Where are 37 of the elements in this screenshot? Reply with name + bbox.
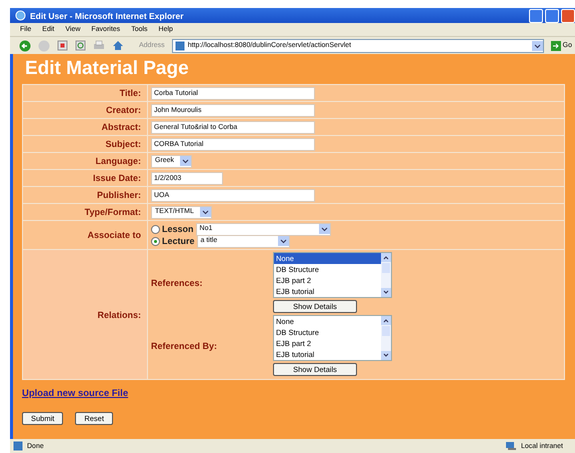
page-icon [174, 40, 185, 50]
house-icon[interactable] [112, 40, 124, 51]
field-label: Publisher: [96, 190, 141, 200]
dropdown-icon[interactable] [532, 40, 543, 50]
browser-icon [15, 10, 26, 21]
scroll-bar[interactable] [381, 316, 391, 360]
field-label: Type/Format: [84, 207, 141, 217]
back-icon[interactable] [19, 40, 31, 52]
network-icon [504, 441, 517, 451]
refresh-icon[interactable] [75, 40, 86, 51]
field-label: Language: [95, 156, 141, 166]
dropdown-icon[interactable] [318, 224, 330, 234]
field-label: Abstract: [101, 122, 141, 132]
minimize-button[interactable] [529, 8, 543, 22]
field-label: References: [151, 278, 204, 288]
field-label: Relations: [97, 310, 141, 320]
dropdown-icon[interactable] [200, 207, 211, 217]
scroll-bar[interactable] [381, 253, 391, 297]
page-icon [13, 441, 23, 451]
field-label: Associate to [87, 230, 141, 240]
close-button[interactable] [561, 8, 575, 22]
field-label: Title: [120, 88, 141, 98]
radio-button[interactable] [151, 236, 160, 246]
page-heading: Edit Material Page [24, 57, 190, 81]
stop-icon[interactable] [57, 40, 68, 51]
radio-label: Lesson [162, 224, 194, 234]
field-label: Issue Date: [92, 173, 141, 183]
field-label: Subject: [105, 139, 141, 149]
maximize-button[interactable] [545, 8, 559, 22]
upload-link[interactable]: Upload new source File [22, 388, 128, 399]
dropdown-icon[interactable] [180, 156, 192, 166]
radio-label: Lecture [162, 236, 195, 246]
field-label: Creator: [106, 105, 141, 115]
dropdown-icon[interactable] [278, 236, 289, 246]
window-title: Edit User - Microsoft Internet Explorer [30, 10, 184, 20]
field-label: Referenced By: [151, 340, 218, 350]
radio-button[interactable] [151, 224, 160, 234]
